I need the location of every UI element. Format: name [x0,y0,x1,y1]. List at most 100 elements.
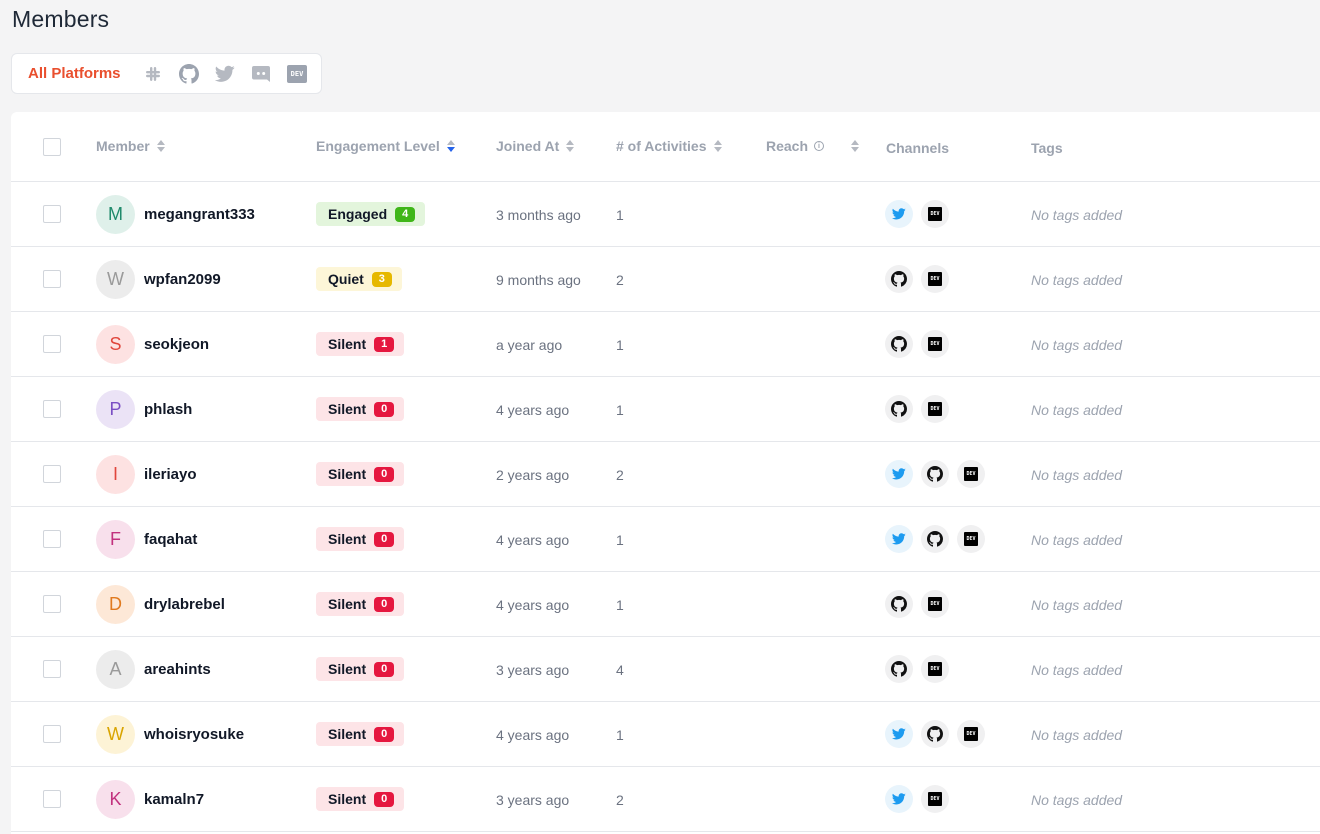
joined-at: 3 years ago [496,662,570,678]
dev-icon[interactable]: DEV [957,460,985,488]
table-row[interactable]: Ffaqahat Silent 0 4 years ago 1 DEV No tags ad… [11,507,1320,572]
avatar[interactable]: S [96,325,135,364]
github-icon[interactable] [885,395,913,423]
github-icon[interactable] [921,720,949,748]
joined-at: a year ago [496,337,563,353]
tags-empty: No tags added [1031,337,1123,353]
twitter-icon[interactable] [885,785,913,813]
row-checkbox[interactable] [43,595,61,613]
table-row[interactable]: Iileriayo Silent 0 2 years ago 2 DEV No tags a… [11,442,1320,507]
row-checkbox[interactable] [43,335,61,353]
activity-count: 1 [616,597,624,613]
discord-icon[interactable] [251,64,271,84]
engagement-badge: Silent 0 [316,787,405,811]
column-header-member[interactable]: Member [96,138,166,154]
avatar[interactable]: W [96,260,135,299]
platform-filter-bar: All Platforms DEV [11,53,322,94]
row-checkbox[interactable] [43,660,61,678]
dev-icon[interactable]: DEV [921,200,949,228]
github-icon[interactable] [885,590,913,618]
github-icon[interactable] [921,525,949,553]
dev-icon[interactable]: DEV [921,265,949,293]
row-checkbox[interactable] [43,725,61,743]
all-platforms-filter[interactable]: All Platforms [28,65,121,82]
github-icon[interactable] [885,265,913,293]
sort-desc-icon [446,139,456,153]
joined-at: 3 months ago [496,207,581,223]
info-icon[interactable]: i [814,141,825,151]
avatar[interactable]: I [96,455,135,494]
table-row[interactable]: Kkamaln7 Silent 0 3 years ago 2 DEV No tags ad… [11,767,1320,832]
member-name[interactable]: kamaln7 [144,791,204,808]
select-all-checkbox[interactable] [43,138,61,156]
avatar[interactable]: A [96,650,135,689]
member-name[interactable]: seokjeon [144,336,209,353]
row-checkbox[interactable] [43,400,61,418]
row-checkbox[interactable] [43,790,61,808]
table-row[interactable]: Wwhoisryosuke Silent 0 4 years ago 1 DEV No ta… [11,702,1320,767]
engagement-badge: Silent 0 [316,592,405,616]
engagement-badge: Silent 0 [316,397,405,421]
twitter-icon[interactable] [885,200,913,228]
column-header-activities[interactable]: # of Activities [616,138,723,154]
avatar[interactable]: F [96,520,135,559]
slack-icon[interactable] [143,64,163,84]
member-name[interactable]: ileriayo [144,466,197,483]
dev-icon[interactable]: DEV [921,785,949,813]
dev-icon[interactable]: DEV [921,395,949,423]
table-row[interactable]: Ddrylabrebel Silent 0 4 years ago 1 DEV No tag… [11,572,1320,637]
avatar[interactable]: M [96,195,135,234]
tags-empty: No tags added [1031,662,1123,678]
member-name[interactable]: areahints [144,661,211,678]
engagement-score: 0 [374,661,395,677]
activity-count: 1 [616,727,624,743]
dev-icon[interactable]: DEV [287,64,307,84]
engagement-score: 0 [374,531,395,547]
tags-empty: No tags added [1031,792,1123,808]
avatar[interactable]: W [96,715,135,754]
github-icon[interactable] [179,64,199,84]
member-name[interactable]: whoisryosuke [144,726,244,743]
engagement-badge: Silent 0 [316,722,405,746]
github-icon[interactable] [885,655,913,683]
dev-icon[interactable]: DEV [921,330,949,358]
table-row[interactable]: Sseokjeon Silent 1 a year ago 1 DEV No tags ad… [11,312,1320,377]
avatar[interactable]: D [96,585,135,624]
joined-at: 2 years ago [496,467,570,483]
twitter-icon[interactable] [215,64,235,84]
row-checkbox[interactable] [43,530,61,548]
row-checkbox[interactable] [43,465,61,483]
engagement-label: Silent [328,401,367,417]
dev-icon[interactable]: DEV [957,525,985,553]
github-icon[interactable] [921,460,949,488]
member-name[interactable]: wpfan2099 [144,271,221,288]
activity-count: 1 [616,337,624,353]
twitter-icon[interactable] [885,460,913,488]
github-icon[interactable] [885,330,913,358]
member-name[interactable]: megangrant333 [144,206,255,223]
member-name[interactable]: faqahat [144,531,197,548]
engagement-label: Quiet [328,271,364,287]
twitter-icon[interactable] [885,720,913,748]
row-checkbox[interactable] [43,270,61,288]
dev-icon[interactable]: DEV [921,590,949,618]
engagement-score: 3 [371,271,392,287]
row-checkbox[interactable] [43,205,61,223]
column-header-reach[interactable]: Reach i [766,138,860,154]
avatar[interactable]: K [96,780,135,819]
dev-icon[interactable]: DEV [921,655,949,683]
table-row[interactable]: Aareahints Silent 0 3 years ago 4 DEV No tags … [11,637,1320,702]
table-row[interactable]: Wwpfan2099 Quiet 3 9 months ago 2 DEV No tags … [11,247,1320,312]
tags-empty: No tags added [1031,272,1123,288]
table-row[interactable]: Mmegangrant333 Engaged 4 3 months ago 1 DEV No… [11,182,1320,247]
column-header-engagement[interactable]: Engagement Level [316,138,456,154]
column-header-joined[interactable]: Joined At [496,138,575,154]
dev-icon[interactable]: DEV [957,720,985,748]
activity-count: 1 [616,207,624,223]
member-name[interactable]: phlash [144,401,192,418]
avatar[interactable]: P [96,390,135,429]
member-name[interactable]: drylabrebel [144,596,225,613]
twitter-icon[interactable] [885,525,913,553]
sort-icon [713,139,723,153]
table-row[interactable]: Pphlash Silent 0 4 years ago 1 DEV No tags add… [11,377,1320,442]
